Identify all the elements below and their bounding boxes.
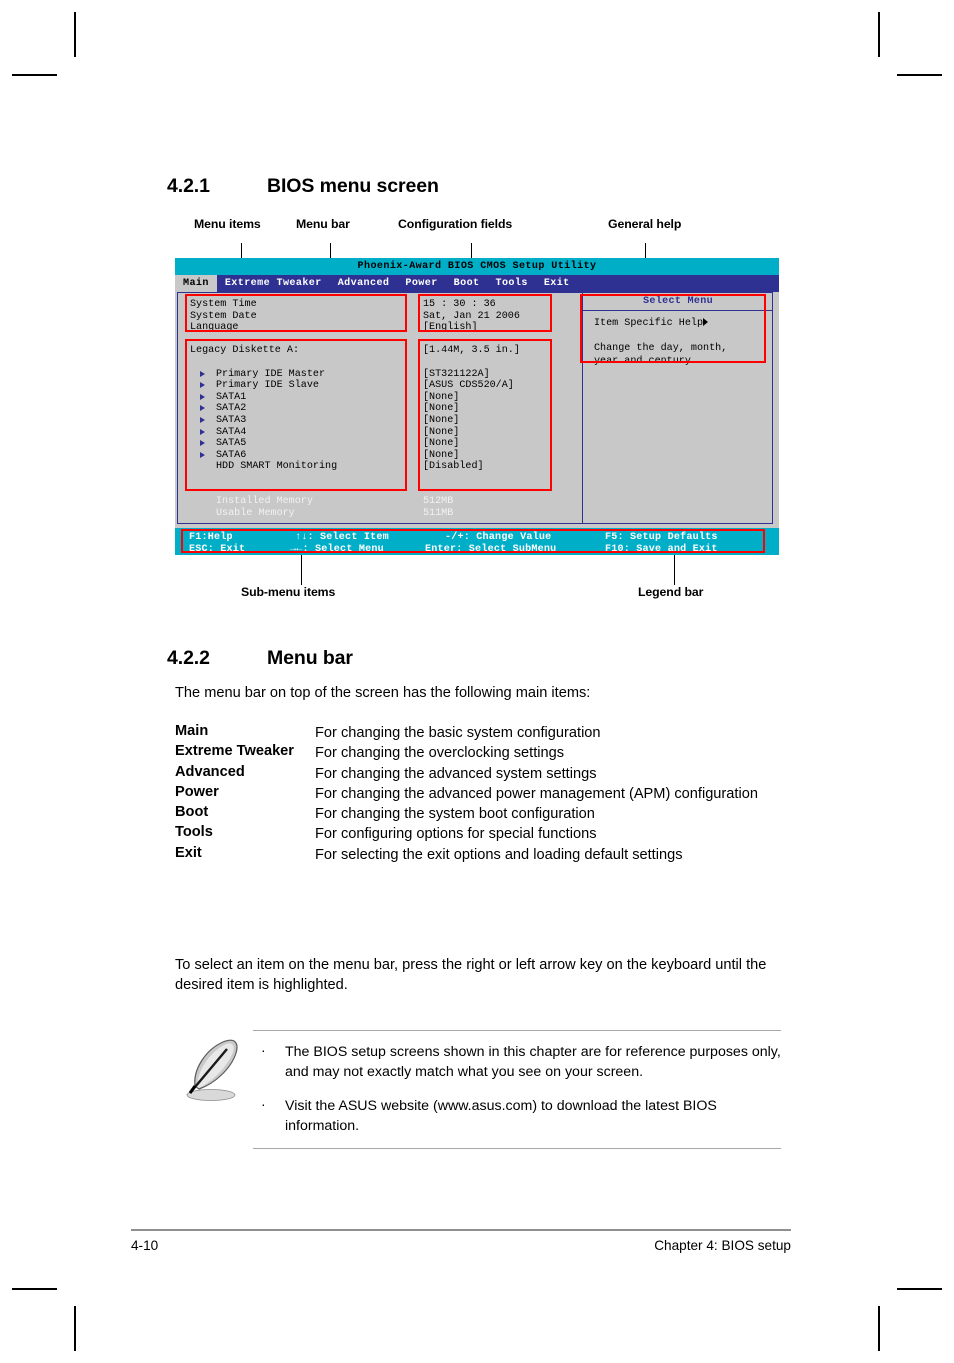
- menu-bar-entry-term: Exit: [175, 844, 202, 861]
- note-item-text: Visit the ASUS website (www.asus.com) to…: [285, 1098, 717, 1134]
- callout-menu-bar: Menu bar: [296, 217, 350, 231]
- menu-bar-entry-term: Advanced: [175, 763, 245, 780]
- crop-mark-top-right-horizontal: [897, 74, 942, 76]
- bios-menu-tab-boot[interactable]: Boot: [446, 275, 488, 292]
- callout-legend-bar: Legend bar: [638, 585, 704, 599]
- callout-sub-menu-items: Sub-menu items: [241, 585, 336, 599]
- highlight-box-general-help: [580, 294, 766, 363]
- footer-page-number: 4-10: [131, 1238, 159, 1253]
- menu-bar-entry-term: Main: [175, 723, 209, 739]
- section-heading-422: 4.2.2 Menu bar: [167, 647, 353, 670]
- bios-configuration-field: 511MB: [423, 507, 454, 519]
- section-heading-421: 4.2.1 BIOS menu screen: [167, 175, 439, 198]
- note-item: · The BIOS setup screens shown in this ch…: [253, 1042, 781, 1082]
- menu-bar-entry-description: For changing the advanced system setting…: [315, 765, 597, 782]
- bios-menu-item-label: Usable Memory: [216, 507, 295, 519]
- bios-title-bar: Phoenix-Award BIOS CMOS Setup Utility: [175, 258, 779, 275]
- bios-menu-tab-advanced[interactable]: Advanced: [330, 275, 398, 292]
- document-page: 4.2.1 BIOS menu screen Menu items Menu ba…: [0, 0, 954, 1363]
- section-title-422: Menu bar: [267, 647, 353, 669]
- menu-bar-entry-term: Tools: [175, 824, 213, 841]
- menu-bar-entry-description: For changing the system boot configurati…: [315, 806, 595, 823]
- note-items: · The BIOS setup screens shown in this ch…: [253, 1042, 781, 1150]
- crop-mark-bottom-left-vertical: [74, 1306, 76, 1351]
- menu-bar-entry: Extreme Tweaker For changing the overcloc…: [175, 743, 795, 763]
- note-rule-bottom: [253, 1148, 781, 1149]
- bios-menu-tab-tools[interactable]: Tools: [488, 275, 536, 292]
- callout-general-help: General help: [608, 217, 682, 231]
- crop-mark-bottom-left-horizontal: [12, 1288, 57, 1290]
- section-number-422: 4.2.2: [167, 647, 210, 669]
- menu-bar-entry: Advanced For changing the advanced system…: [175, 764, 795, 784]
- highlight-box-config-fields-top: [418, 294, 552, 332]
- bios-menu-tab-extreme-tweaker[interactable]: Extreme Tweaker: [217, 275, 330, 292]
- menu-bar-entry: Power For changing the advanced power man…: [175, 784, 795, 804]
- section-number: 4.2.1: [167, 175, 210, 197]
- menu-bar-entry-description: For selecting the exit options and loadi…: [315, 846, 683, 863]
- crop-mark-top-left-horizontal: [12, 74, 57, 76]
- highlight-box-menu-items-bottom: [185, 339, 407, 491]
- crop-mark-top-left-vertical: [74, 12, 76, 57]
- menu-bar-entry: Tools For configuring options for special…: [175, 824, 795, 844]
- bios-menu-bar: Main Extreme Tweaker Advanced Power Boot Tool…: [175, 275, 779, 292]
- bullet-icon: ·: [261, 1042, 266, 1058]
- menu-bar-entry-term: Extreme Tweaker: [175, 743, 294, 760]
- footer-chapter: Chapter 4: BIOS setup: [654, 1238, 791, 1253]
- menu-bar-entry-description: For changing the overclocking settings: [315, 745, 565, 762]
- pencil-icon: [186, 1039, 238, 1101]
- note-item: · Visit the ASUS website (www.asus.com) t…: [253, 1096, 781, 1136]
- menu-bar-entry-description: For configuring options for special func…: [315, 826, 597, 843]
- bullet-icon: ·: [261, 1096, 266, 1112]
- bios-configuration-field: 512MB: [423, 496, 454, 508]
- menu-bar-entry-term: Boot: [175, 804, 209, 821]
- crop-mark-bottom-right-horizontal: [897, 1288, 942, 1290]
- leader-line-legend-bar: [674, 552, 676, 585]
- callout-menu-items: Menu items: [194, 217, 261, 231]
- bios-setup-screen: Phoenix-Award BIOS CMOS Setup Utility Ma…: [175, 258, 779, 555]
- highlight-box-legend-bar: [181, 529, 765, 553]
- menu-bar-entry: Main For changing the basic system config…: [175, 723, 795, 743]
- bios-menu-tab-power[interactable]: Power: [397, 275, 445, 292]
- menu-bar-outro: To select an item on the menu bar, press…: [175, 957, 767, 994]
- crop-mark-bottom-right-vertical: [878, 1306, 880, 1351]
- menu-bar-entry-description: For changing the basic system configurat…: [315, 725, 601, 741]
- bios-menu-item-label: Installed Memory: [216, 496, 313, 508]
- menu-bar-entry: Exit For selecting the exit options and l…: [175, 845, 795, 865]
- crop-mark-top-right-vertical: [878, 12, 880, 57]
- bios-menu-tab-exit[interactable]: Exit: [536, 275, 578, 292]
- menu-bar-intro: The menu bar on top of the screen has th…: [175, 685, 591, 701]
- note-rule-top: [253, 1030, 781, 1031]
- bios-menu-tab-main[interactable]: Main: [175, 275, 217, 292]
- menu-bar-entry: Boot For changing the system boot configu…: [175, 804, 795, 824]
- callout-configuration-fields: Configuration fields: [398, 217, 513, 231]
- footer-rule: [131, 1229, 791, 1231]
- menu-bar-definition-list: Main For changing the basic system config…: [175, 723, 795, 865]
- section-title: BIOS menu screen: [267, 175, 439, 197]
- highlight-box-config-fields-bottom: [418, 339, 552, 491]
- note-item-text: The BIOS setup screens shown in this cha…: [285, 1044, 781, 1080]
- menu-bar-entry-description: For changing the advanced power manageme…: [315, 785, 758, 802]
- highlight-box-menu-items-top: [185, 294, 407, 332]
- menu-bar-entry-term: Power: [175, 783, 219, 800]
